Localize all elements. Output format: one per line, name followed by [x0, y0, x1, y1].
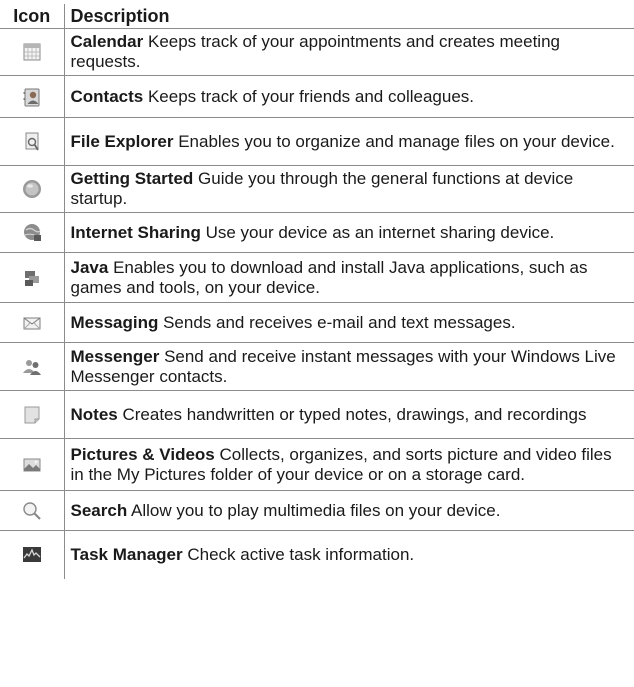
table-row: Task Manager Check active task informati… — [0, 530, 634, 579]
item-name: File Explorer — [70, 131, 174, 151]
item-text: Check active task information. — [187, 544, 415, 564]
calendar-icon — [23, 43, 41, 61]
item-text: Use your device as an internet sharing d… — [205, 222, 555, 242]
notes-icon — [24, 406, 40, 423]
table-row: Getting Started Guide you through the ge… — [0, 165, 634, 213]
getting-started-icon — [22, 180, 41, 198]
messenger-icon — [22, 359, 41, 375]
item-text: Creates handwritten or typed notes, draw… — [122, 404, 587, 424]
header-description: Description — [64, 4, 634, 29]
table-row: Messenger Send and receive instant messa… — [0, 342, 634, 391]
item-text: Enables you to download and install Java… — [70, 257, 588, 297]
java-icon — [24, 270, 39, 286]
header-row: Icon Description — [0, 4, 634, 29]
table-row: Calendar Keeps track of your appointment… — [0, 28, 634, 76]
header-icon: Icon — [0, 4, 65, 29]
table-row: Messaging Sends and receives e-mail and … — [0, 302, 634, 343]
item-name: Notes — [70, 404, 118, 424]
item-name: Messenger — [70, 346, 160, 366]
search-icon — [23, 501, 41, 520]
table-row: Contacts Keeps track of your friends and… — [0, 75, 634, 118]
table-row: Notes Creates handwritten or typed notes… — [0, 390, 634, 439]
item-text: Keeps track of your appointments and cre… — [70, 32, 561, 71]
table-row: Pictures & Videos Collects, organizes, a… — [0, 438, 634, 491]
item-name: Java — [70, 257, 109, 277]
item-text: Enables you to organize and manage files… — [178, 131, 615, 151]
table-row: Java Enables you to download and install… — [0, 252, 634, 303]
item-name: Search — [70, 500, 128, 520]
table-row: Search Allow you to play multimedia file… — [0, 490, 634, 531]
item-name: Getting Started — [70, 169, 194, 188]
item-name: Calendar — [70, 32, 144, 51]
item-name: Pictures & Videos — [70, 444, 215, 464]
item-text: Sends and receives e-mail and text messa… — [163, 312, 516, 332]
file-explorer-icon — [25, 132, 39, 150]
task-manager-icon — [22, 546, 41, 562]
pictures-videos-icon — [23, 458, 41, 471]
item-name: Internet Sharing — [70, 222, 201, 242]
icon-description-table: Icon Description Calendar Keeps track of… — [0, 4, 634, 579]
item-text: Allow you to play multimedia files on yo… — [131, 500, 501, 520]
item-name: Task Manager — [70, 544, 183, 564]
messaging-icon — [23, 317, 41, 329]
item-name: Messaging — [70, 312, 159, 332]
table-row: File Explorer Enables you to organize an… — [0, 117, 634, 166]
table-row: Internet Sharing Use your device as an i… — [0, 212, 634, 253]
item-name: Contacts — [70, 86, 144, 106]
item-text: Keeps track of your friends and colleagu… — [147, 86, 474, 106]
internet-sharing-icon — [23, 223, 41, 241]
contacts-icon — [23, 88, 40, 106]
